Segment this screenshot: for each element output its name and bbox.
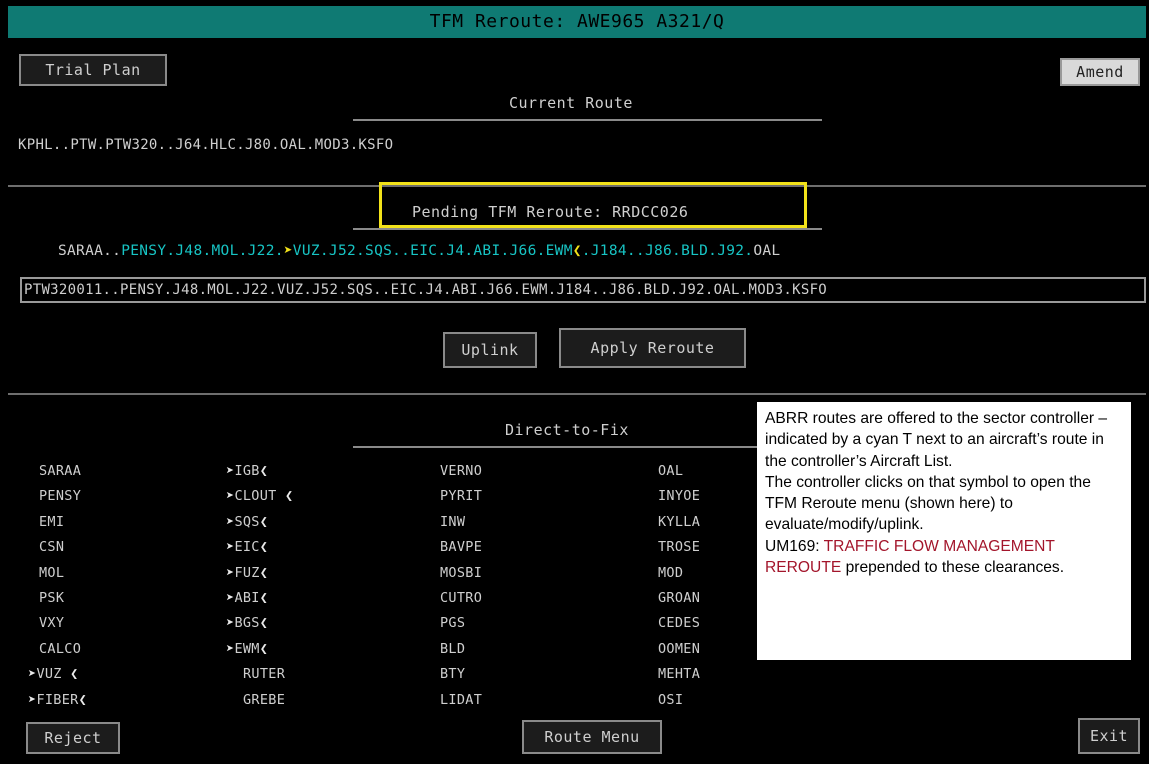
annotation-note: ABRR routes are offered to the sector co… — [757, 402, 1131, 660]
fix-item-selected[interactable]: ➤FUZ❮ — [226, 561, 376, 586]
route-edit-field[interactable]: PTW320011..PENSY.J48.MOL.J22.VUZ.J52.SQS… — [20, 277, 1146, 303]
select-marker-right-icon: ❮ — [259, 463, 269, 479]
fix-item[interactable]: TROSE — [658, 535, 748, 560]
select-marker-right-icon: ❮ — [259, 589, 269, 606]
tfm-reroute-window: TFM Reroute: AWE965 A321/Q Trial Plan Am… — [0, 0, 1149, 764]
fix-column-2: ➤IGB❮ ➤CLOUT ❮ ➤SQS❮ ➤EIC❮ ➤FUZ❮ ➤ABI❮ ➤… — [226, 459, 376, 713]
fix-item[interactable]: PSK — [28, 586, 168, 611]
pending-route-segment-3: .J184..J86.BLD.J92. — [581, 243, 754, 259]
pending-route-text: SARAA..PENSY.J48.MOL.J22.➤VUZ.J52.SQS..E… — [58, 243, 780, 259]
pending-route-end: OAL — [753, 243, 781, 259]
exit-button[interactable]: Exit — [1078, 718, 1140, 754]
fix-item[interactable]: OOMEN — [658, 637, 748, 662]
direct-to-fix-underline — [353, 446, 822, 448]
fix-item-selected[interactable]: ➤BGS❮ — [226, 611, 376, 636]
select-marker-right-icon: ❮ — [259, 640, 269, 657]
select-marker-right-icon: ❮ — [276, 488, 294, 505]
fix-item[interactable]: EMI — [28, 510, 168, 535]
fix-item[interactable]: MOL — [28, 561, 168, 586]
select-marker-right-icon: ❮ — [259, 564, 269, 581]
fix-item[interactable]: BTY — [440, 662, 560, 687]
pending-route-segment-1: PENSY.J48.MOL.J22. — [121, 243, 284, 259]
current-route-heading: Current Route — [509, 94, 633, 112]
fix-item-selected[interactable]: ➤IGB❮ — [226, 459, 376, 484]
route-marker-left-icon: ➤ — [283, 243, 293, 259]
fix-item[interactable]: PENSY — [28, 484, 168, 509]
fix-item-selected[interactable]: ➤VUZ ❮ — [28, 662, 168, 687]
fix-item[interactable]: CSN — [28, 535, 168, 560]
pending-route-start: SARAA.. — [58, 243, 122, 259]
select-marker-right-icon: ❮ — [61, 666, 79, 683]
fix-item[interactable]: MEHTA — [658, 662, 748, 687]
fix-item[interactable]: GREBE — [226, 688, 376, 713]
fix-item-selected[interactable]: ➤CLOUT ❮ — [226, 484, 376, 509]
fix-column-4: OAL INYOE KYLLA TROSE MOD GROAN CEDES OO… — [658, 459, 748, 713]
fix-column-3: VERNO PYRIT INW BAVPE MOSBI CUTRO PGS BL… — [440, 459, 560, 713]
window-title: TFM Reroute: AWE965 A321/Q — [8, 6, 1146, 38]
fix-item[interactable]: GROAN — [658, 586, 748, 611]
fix-item[interactable]: CALCO — [28, 637, 168, 662]
fix-column-1: SARAA PENSY EMI CSN MOL PSK VXY CALCO ➤V… — [28, 459, 168, 713]
fix-item[interactable]: LIDAT — [440, 688, 560, 713]
fix-item[interactable]: INYOE — [658, 484, 748, 509]
fix-item[interactable]: RUTER — [226, 662, 376, 687]
fix-item[interactable]: CEDES — [658, 611, 748, 636]
fix-item[interactable]: INW — [440, 510, 560, 535]
note-paragraph-3: UM169: TRAFFIC FLOW MANAGEMENT REROUTE p… — [765, 537, 1065, 577]
select-marker-right-icon: ❮ — [78, 691, 88, 708]
fix-item-selected[interactable]: ➤EIC❮ — [226, 535, 376, 560]
reject-button[interactable]: Reject — [26, 722, 120, 754]
amend-button[interactable]: Amend — [1060, 58, 1140, 86]
pending-reroute-underline — [353, 228, 822, 230]
fix-item-selected[interactable]: ➤ABI❮ — [226, 586, 376, 611]
fix-item[interactable]: OSI — [658, 688, 748, 713]
fix-item-selected[interactable]: ➤FIBER❮ — [28, 688, 168, 713]
section-divider — [8, 393, 1146, 395]
fix-item[interactable]: VXY — [28, 611, 168, 636]
fix-item[interactable]: BAVPE — [440, 535, 560, 560]
route-marker-right-icon: ❮ — [572, 243, 582, 259]
note-paragraph-2: The controller clicks on that symbol to … — [765, 473, 1091, 534]
route-menu-button[interactable]: Route Menu — [522, 720, 662, 754]
fix-item[interactable]: PGS — [440, 611, 560, 636]
current-route-underline — [353, 119, 822, 121]
pending-route-segment-2: VUZ.J52.SQS..EIC.J4.ABI.J66.EWM — [292, 243, 573, 259]
uplink-button[interactable]: Uplink — [443, 332, 537, 368]
note-paragraph-1: ABRR routes are offered to the sector co… — [765, 410, 1108, 470]
fix-item[interactable]: PYRIT — [440, 484, 560, 509]
fix-item[interactable]: OAL — [658, 459, 748, 484]
select-marker-right-icon: ❮ — [259, 539, 269, 556]
current-route-text: KPHL..PTW.PTW320..J64.HLC.J80.OAL.MOD3.K… — [18, 137, 394, 153]
fix-item[interactable]: MOSBI — [440, 561, 560, 586]
apply-reroute-button[interactable]: Apply Reroute — [559, 328, 746, 368]
fix-item[interactable]: KYLLA — [658, 510, 748, 535]
fix-item[interactable]: SARAA — [28, 459, 168, 484]
direct-to-fix-heading: Direct-to-Fix — [505, 421, 629, 439]
fix-item[interactable]: MOD — [658, 561, 748, 586]
select-marker-right-icon: ❮ — [259, 615, 269, 632]
fix-item[interactable]: BLD — [440, 637, 560, 662]
select-marker-right-icon: ❮ — [259, 513, 269, 530]
trial-plan-button[interactable]: Trial Plan — [19, 54, 167, 86]
pending-reroute-heading: Pending TFM Reroute: RRDCC026 — [412, 203, 689, 221]
fix-item[interactable]: VERNO — [440, 459, 560, 484]
fix-item-selected[interactable]: ➤EWM❮ — [226, 637, 376, 662]
fix-item[interactable]: CUTRO — [440, 586, 560, 611]
fix-item-selected[interactable]: ➤SQS❮ — [226, 510, 376, 535]
